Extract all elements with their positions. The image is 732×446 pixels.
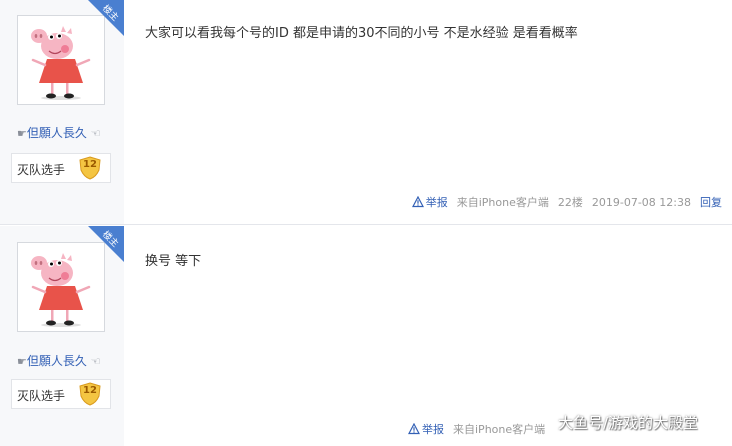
op-badge: 楼主	[88, 226, 124, 262]
username-text: 但願人長久	[26, 354, 87, 368]
level-badge: 12	[79, 156, 101, 180]
watermark: 大鱼号/游戏的大殿堂	[558, 414, 699, 432]
post-content: 大家可以看我每个号的ID 都是申请的30不同的小号 不是水经验 是看看概率	[145, 26, 578, 41]
member-title-badge[interactable]: 灭队选手 12	[11, 153, 111, 183]
hand-right-icon: ☛	[17, 127, 27, 140]
username-text: 但願人長久	[26, 126, 87, 140]
author-sidebar: 楼主 ☛但願人長久 ☜ 灭队选手 12	[0, 226, 124, 446]
member-title: 灭队选手	[17, 389, 66, 403]
warning-triangle-icon	[408, 423, 420, 435]
op-badge: 楼主	[88, 0, 124, 36]
hand-left-icon: ☜	[90, 127, 101, 140]
report-label: 举报	[422, 423, 444, 436]
level-number: 12	[83, 159, 97, 170]
client-source: 来自iPhone客户端	[456, 196, 549, 209]
post-time: 2019-07-08 12:38	[591, 195, 691, 209]
client-source: 来自iPhone客户端	[453, 423, 546, 436]
username-link[interactable]: ☛但願人長久 ☜	[17, 352, 117, 369]
author-sidebar: 楼主 ☛但願人長久 ☜ 灭队选手 12	[0, 0, 124, 224]
post-content: 换号 等下	[145, 254, 202, 269]
username-link[interactable]: ☛但願人長久 ☜	[17, 124, 117, 141]
hand-right-icon: ☛	[17, 355, 27, 368]
warning-triangle-icon	[411, 196, 424, 208]
report-button[interactable]: 举报	[411, 194, 448, 210]
member-title: 灭队选手	[17, 163, 66, 177]
level-number: 12	[83, 385, 97, 396]
level-badge: 12	[79, 382, 101, 406]
report-label: 举报	[425, 196, 448, 209]
hand-left-icon: ☜	[90, 355, 101, 368]
reply-button[interactable]: 回复	[700, 194, 722, 210]
floor-number: 22楼	[557, 196, 583, 209]
post-tail: 举报 来自iPhone客户端	[408, 421, 545, 437]
post-tail: 举报 来自iPhone客户端 22楼 2019-07-08 12:38 回复	[411, 194, 722, 210]
member-title-badge[interactable]: 灭队选手 12	[11, 379, 111, 409]
post-floor-22: 楼主 ☛但願人長久 ☜ 灭队选手 12 大家可以看我每个号的ID 都是申请的30…	[0, 0, 732, 225]
report-button[interactable]: 举报	[408, 421, 444, 437]
